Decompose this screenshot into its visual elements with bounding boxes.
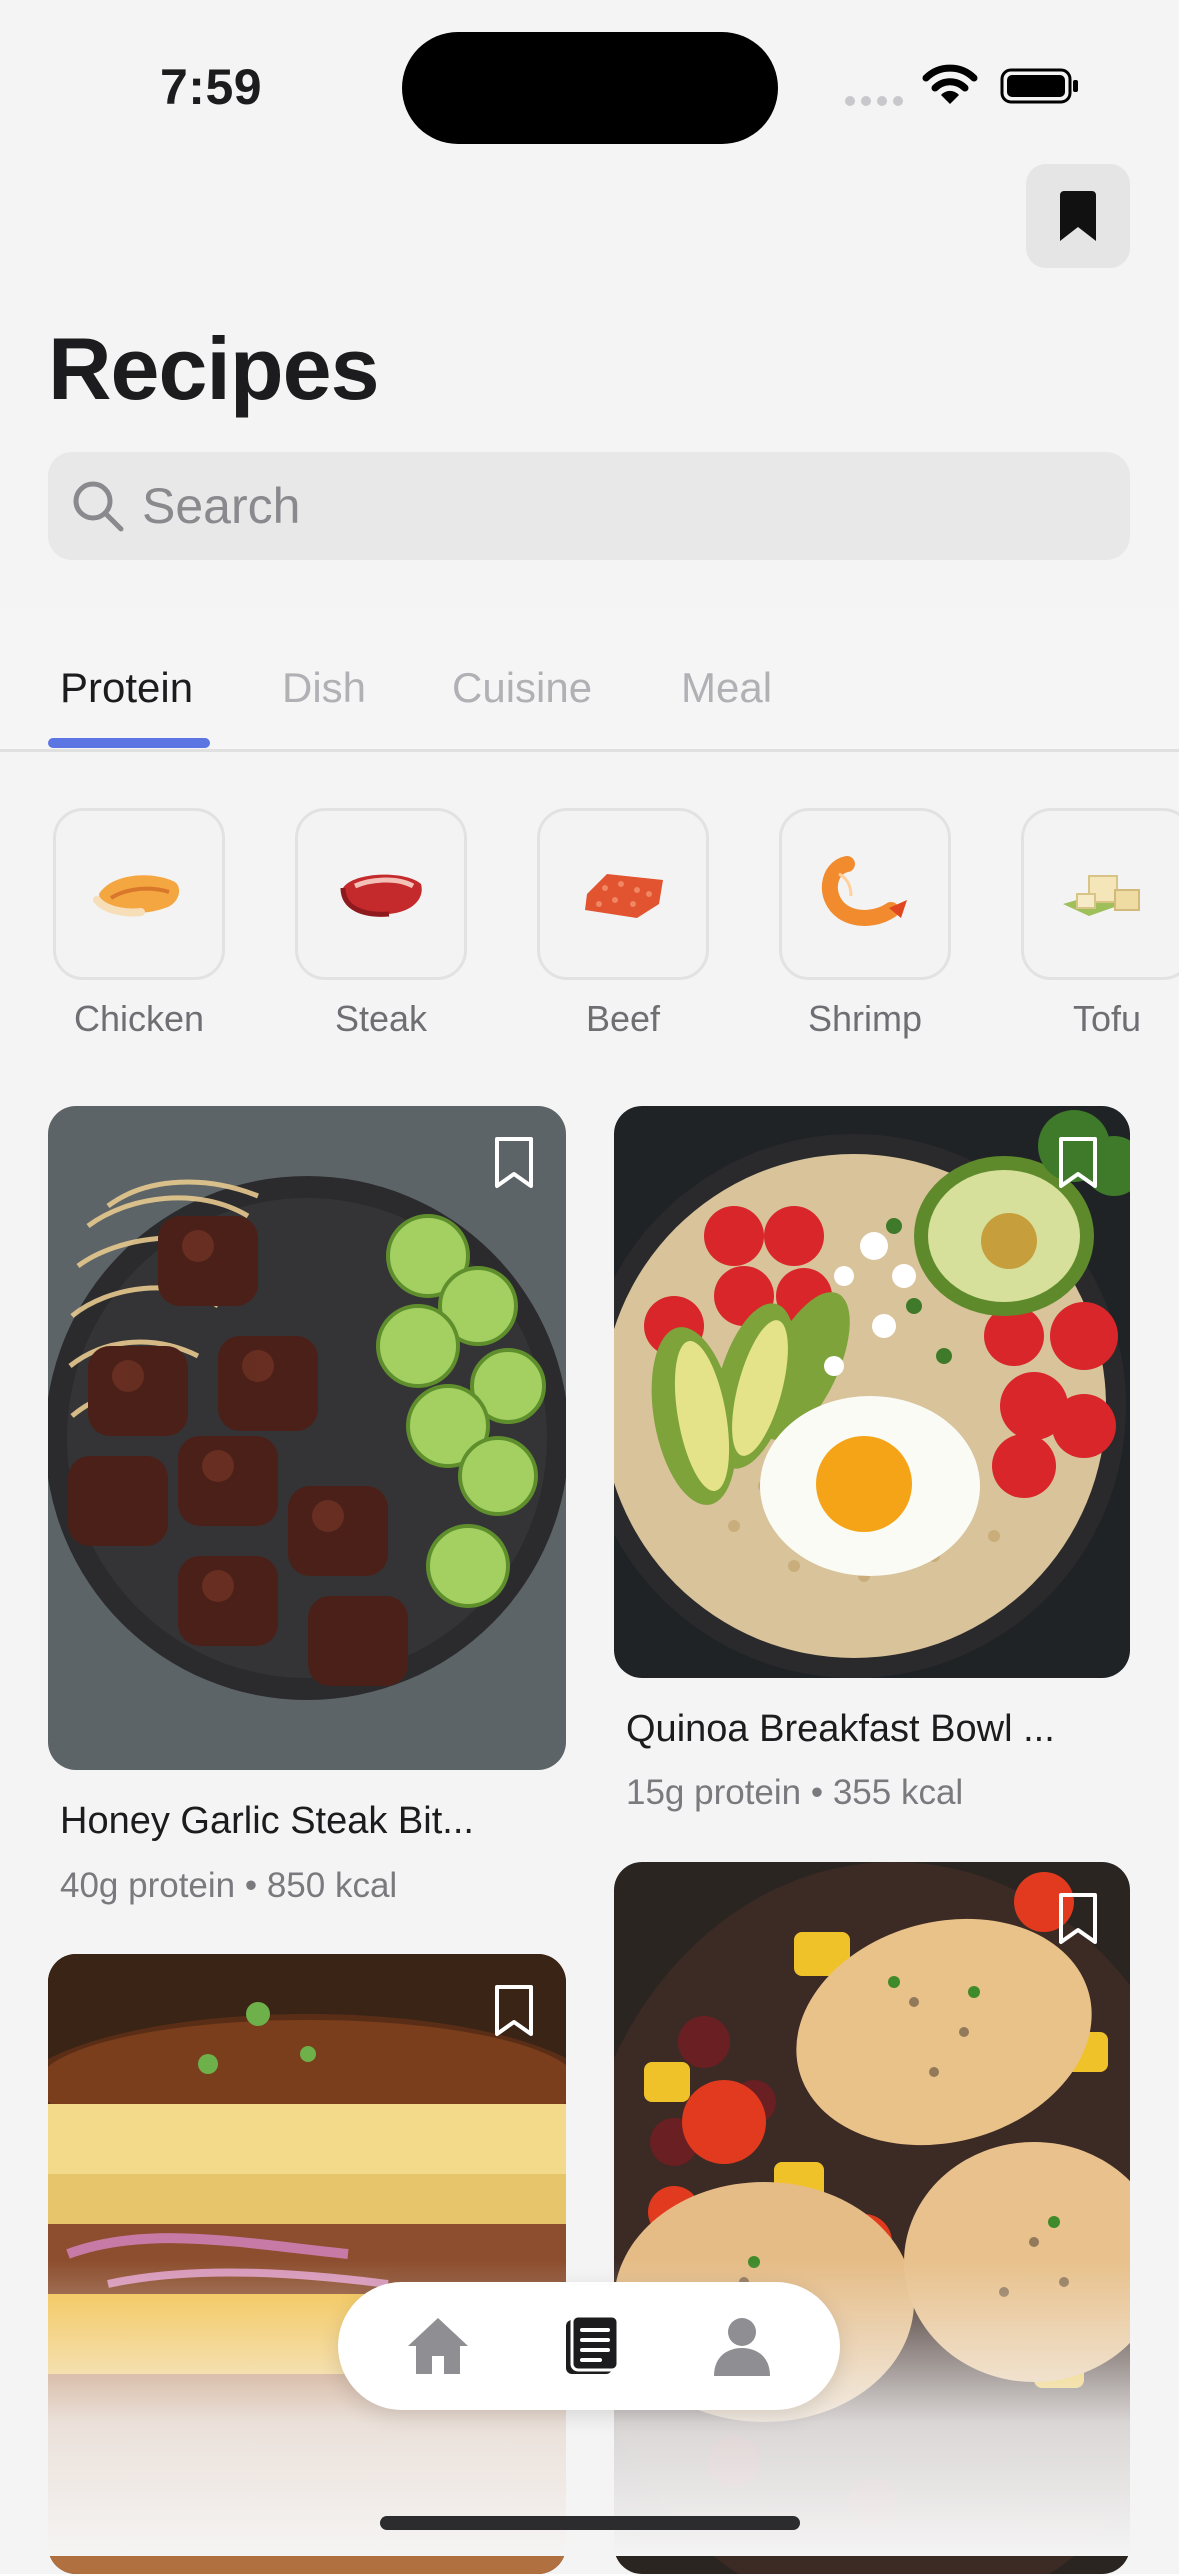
profile-icon[interactable]	[708, 2312, 776, 2380]
shrimp-icon	[821, 856, 907, 926]
home-icon[interactable]	[404, 2312, 472, 2380]
category-label: Shrimp	[807, 998, 923, 1039]
recipe-card-quinoa-breakfast-bowl[interactable]	[614, 1106, 1130, 1678]
category-tofu[interactable]: Tofu	[1021, 808, 1179, 1040]
recipe-title: Quinoa Breakfast Bowl ...	[626, 1708, 1055, 1750]
bookmark-icon[interactable]	[492, 1136, 536, 1190]
search-input[interactable]	[142, 452, 1042, 560]
tab-dish[interactable]: Dish	[282, 664, 366, 712]
saved-recipes-button[interactable]	[1026, 164, 1130, 268]
recipe-meta: 40g protein • 850 kcal	[60, 1866, 398, 1905]
recipe-card-honey-garlic-steak[interactable]	[48, 1106, 566, 1770]
search-icon	[73, 481, 124, 532]
bottom-tab-bar	[338, 2282, 840, 2410]
status-time: 7:59	[160, 59, 263, 115]
bookmark-icon	[1060, 191, 1096, 241]
category-tabs: Protein Dish Cuisine Meal	[0, 608, 1179, 752]
category-beef[interactable]: Beef	[537, 808, 709, 1040]
active-tab-indicator	[48, 738, 210, 748]
tab-protein[interactable]: Protein	[60, 664, 193, 712]
category-label: Chicken	[73, 998, 205, 1039]
recipe-title: Honey Garlic Steak Bit...	[60, 1800, 474, 1842]
ground-beef-icon	[585, 874, 663, 918]
recipes-icon[interactable]	[556, 2312, 624, 2380]
category-label: Steak	[334, 998, 428, 1039]
recipe-photo	[48, 1106, 566, 1770]
search-bar[interactable]	[48, 452, 1130, 560]
dynamic-island	[402, 32, 778, 144]
category-steak[interactable]: Steak	[295, 808, 467, 1040]
category-shrimp[interactable]: Shrimp	[779, 808, 951, 1040]
steak-icon	[340, 874, 422, 917]
bookmark-icon[interactable]	[1056, 1892, 1100, 1946]
home-indicator	[380, 2516, 800, 2530]
chicken-icon	[93, 875, 180, 917]
category-label: Beef	[585, 998, 661, 1039]
category-chicken[interactable]: Chicken	[53, 808, 225, 1040]
recipe-meta: 15g protein • 355 kcal	[626, 1773, 964, 1812]
bookmark-icon[interactable]	[492, 1984, 536, 2038]
tofu-icon	[1063, 875, 1140, 916]
battery-icon	[1000, 68, 1078, 104]
cellular-signal-icon	[845, 96, 905, 106]
page-title: Recipes	[48, 319, 380, 418]
bookmark-icon[interactable]	[1056, 1136, 1100, 1190]
tabs-divider	[0, 749, 1179, 752]
wifi-icon	[922, 64, 978, 104]
recipe-photo	[614, 1106, 1130, 1678]
category-label: Tofu	[1072, 998, 1142, 1039]
tab-meal[interactable]: Meal	[681, 664, 772, 712]
tab-cuisine[interactable]: Cuisine	[452, 664, 592, 712]
